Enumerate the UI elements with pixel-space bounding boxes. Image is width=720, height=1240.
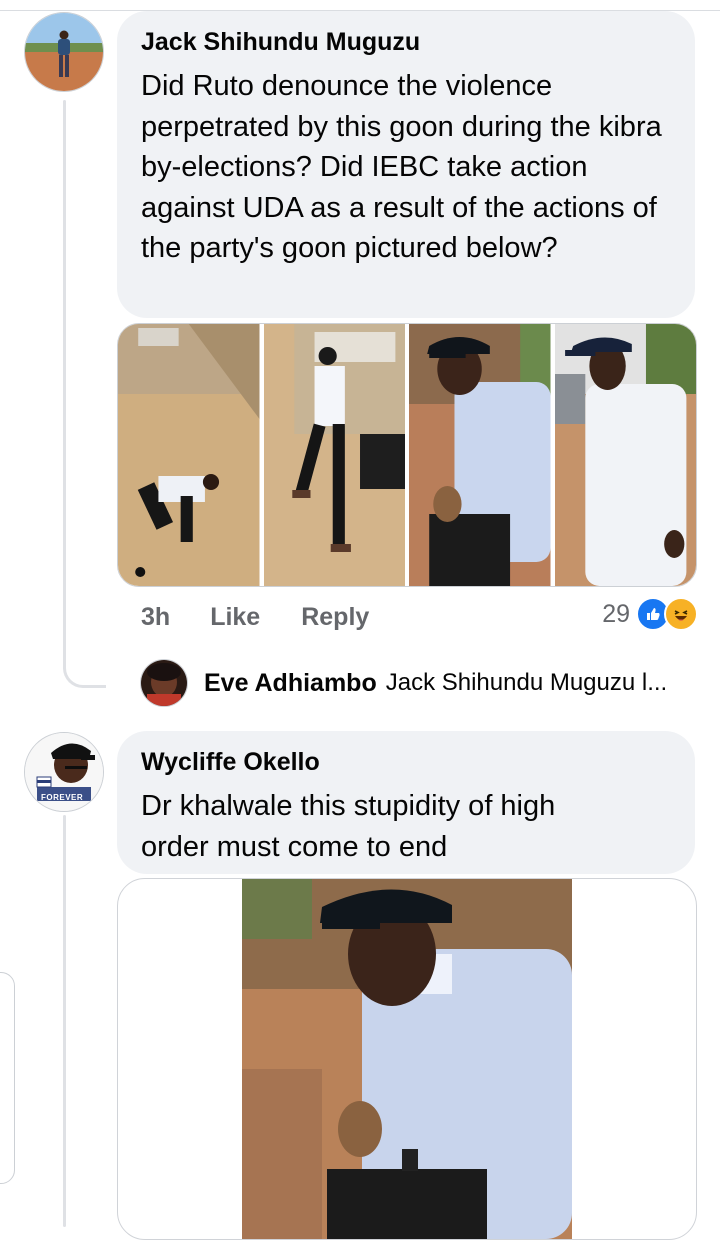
comment-photo-grid[interactable]	[117, 323, 697, 587]
comment-bubble[interactable]: Wycliffe Okello Dr khalwale this stupidi…	[117, 731, 695, 874]
comment-photo[interactable]	[409, 324, 551, 586]
avatar-photo	[25, 13, 103, 91]
reply-author[interactable]: Eve Adhiambo	[204, 669, 377, 698]
photo-image	[118, 324, 260, 586]
thread-line	[63, 100, 66, 670]
avatar[interactable]	[140, 659, 188, 707]
comment-author[interactable]: Jack Shihundu Muguzu	[141, 27, 671, 57]
photo-image	[409, 324, 551, 586]
comment-photo[interactable]	[118, 324, 260, 586]
comment-timestamp[interactable]: 3h	[141, 603, 170, 632]
haha-icon	[664, 597, 698, 631]
reply-preview[interactable]: Eve Adhiambo Jack Shihundu Muguzu l...	[140, 659, 667, 707]
comment-text: Dr khalwale this stupidity of high order…	[141, 790, 556, 863]
comment-actions: 3h Like Reply	[141, 598, 369, 636]
like-button[interactable]: Like	[210, 603, 260, 632]
thread-line-branch	[63, 640, 106, 688]
reaction-count: 29	[602, 599, 630, 628]
photo-image	[263, 324, 405, 586]
avatar-photo	[141, 660, 187, 706]
reply-button[interactable]: Reply	[301, 603, 369, 632]
reaction-summary[interactable]: 29	[602, 597, 698, 631]
photo-image	[554, 324, 696, 586]
reply-preview-text: Jack Shihundu Muguzu l...	[385, 669, 668, 696]
comment-text: Did Ruto denounce the violence perpetrat…	[141, 70, 662, 264]
comment-photo[interactable]	[117, 878, 697, 1240]
photo-image	[242, 879, 572, 1239]
thread-line	[63, 815, 66, 1227]
comment-bubble[interactable]: Jack Shihundu Muguzu Did Ruto denounce t…	[117, 11, 695, 318]
comment-author[interactable]: Wycliffe Okello	[141, 747, 671, 777]
comment-photo[interactable]	[554, 324, 696, 586]
avatar-caption: FOREVER	[41, 793, 84, 802]
comment-photo[interactable]	[263, 324, 405, 586]
avatar[interactable]: FOREVER	[24, 732, 104, 812]
avatar[interactable]	[24, 12, 104, 92]
offscreen-card	[0, 972, 15, 1184]
